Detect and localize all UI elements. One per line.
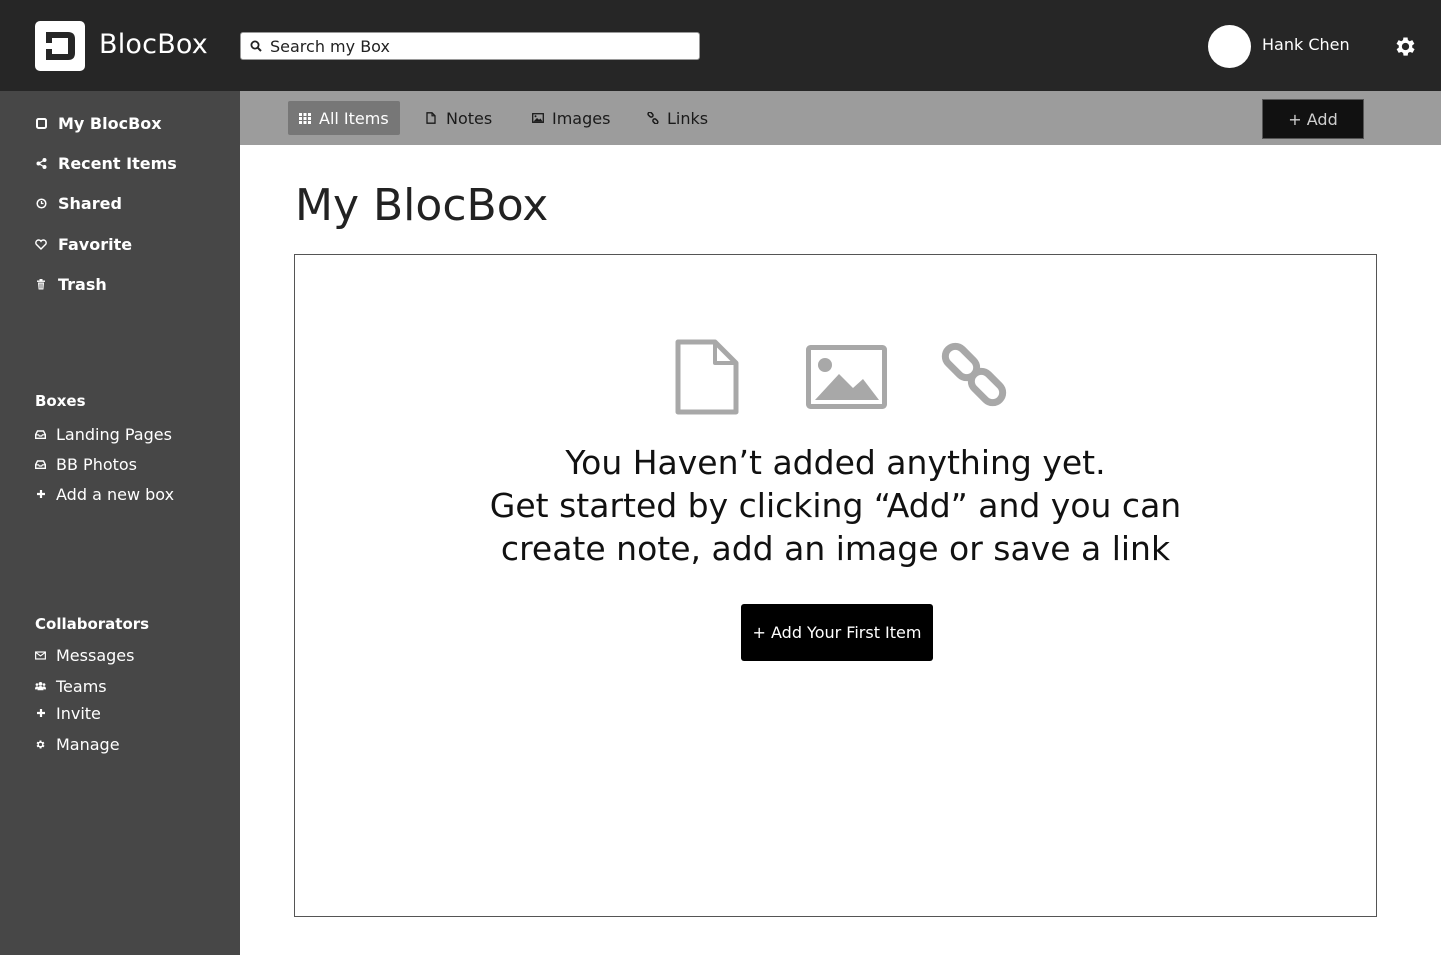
add-first-item-button[interactable]: + Add Your First Item [741,604,933,661]
envelope-icon [35,650,46,661]
top-header: BlocBox Hank Chen [0,0,1441,91]
share-icon [35,157,47,169]
image-icon [806,345,887,409]
collaborator-item-label: Messages [56,645,135,665]
sidebar-item-label: Trash [58,274,107,294]
collaborators-section-title: Collaborators [35,615,150,633]
collaborator-item-label: Teams [56,676,107,696]
sidebar-item-shared[interactable]: Shared [35,191,122,215]
tab-label: Links [667,108,709,128]
tab-notes[interactable]: Notes [415,101,503,135]
empty-state-line: You Haven’t added anything yet. [565,443,1106,482]
sidebar-item-label: My BlocBox [58,113,162,133]
box-item-label: Add a new box [56,484,175,504]
gear-icon[interactable] [1393,34,1418,59]
heart-icon [35,238,47,250]
box-icon [35,117,47,129]
tab-all-items[interactable]: All Items [288,101,400,135]
plus-icon [35,708,46,719]
plus-icon [35,489,46,500]
empty-state-line: create note, add an image or save a link [500,529,1171,568]
user-name[interactable]: Hank Chen [1262,35,1350,54]
collaborator-item-label: Manage [56,734,120,754]
file-icon [675,339,739,415]
box-item-bb-photos[interactable]: BB Photos [35,453,137,475]
tab-images[interactable]: Images [521,101,621,135]
tab-links[interactable]: Links [636,101,719,135]
collaborator-item-teams[interactable]: Teams [35,675,107,697]
tab-label: All Items [319,108,389,128]
grid-icon [299,112,311,124]
empty-state-message: You Haven’t added anything yet. Get star… [295,441,1376,570]
sidebar: My BlocBox Recent Items Shared Favorite … [0,91,240,955]
add-new-box-link[interactable]: Add a new box [35,483,174,505]
search-bar[interactable] [240,32,700,60]
empty-state-panel: You Haven’t added anything yet. Get star… [294,254,1377,917]
clock-icon [35,197,47,209]
brand-name[interactable]: BlocBox [99,29,208,60]
sidebar-item-favorite[interactable]: Favorite [35,232,132,256]
empty-state-icons [295,339,1376,415]
link-icon [941,342,1007,407]
sidebar-item-recent-items[interactable]: Recent Items [35,151,177,175]
blocbox-logo-icon[interactable] [35,21,85,71]
boxes-section-title: Boxes [35,392,86,410]
tab-label: Images [552,108,611,128]
page-title: My BlocBox [295,180,549,231]
avatar[interactable] [1208,25,1251,68]
box-item-landing-pages[interactable]: Landing Pages [35,423,172,445]
box-item-label: Landing Pages [56,424,172,444]
collaborator-item-manage[interactable]: Manage [35,733,120,755]
add-button[interactable]: + Add [1262,99,1364,139]
tab-label: Notes [446,108,493,128]
filter-tab-bar: All Items Notes Images Links + Add [240,91,1441,145]
empty-state-line: Get started by clicking “Add” and you ca… [489,486,1182,525]
sidebar-item-label: Favorite [58,234,133,254]
link-icon [647,112,659,124]
sidebar-item-label: Recent Items [58,153,177,173]
cog-icon [35,739,46,750]
file-icon [426,112,438,124]
sidebar-item-label: Shared [58,193,122,213]
collaborator-item-messages[interactable]: Messages [35,644,134,666]
search-input[interactable] [270,36,690,56]
trash-icon [35,278,47,290]
sidebar-item-trash[interactable]: Trash [35,272,107,296]
search-icon [250,40,262,52]
collaborator-item-label: Invite [56,703,101,723]
image-icon [532,112,544,124]
collaborator-item-invite[interactable]: Invite [35,702,101,724]
inbox-icon [35,429,46,440]
sidebar-item-my-blocbox[interactable]: My BlocBox [35,111,162,135]
inbox-icon [35,459,46,470]
users-icon [35,681,46,692]
box-item-label: BB Photos [56,454,138,474]
